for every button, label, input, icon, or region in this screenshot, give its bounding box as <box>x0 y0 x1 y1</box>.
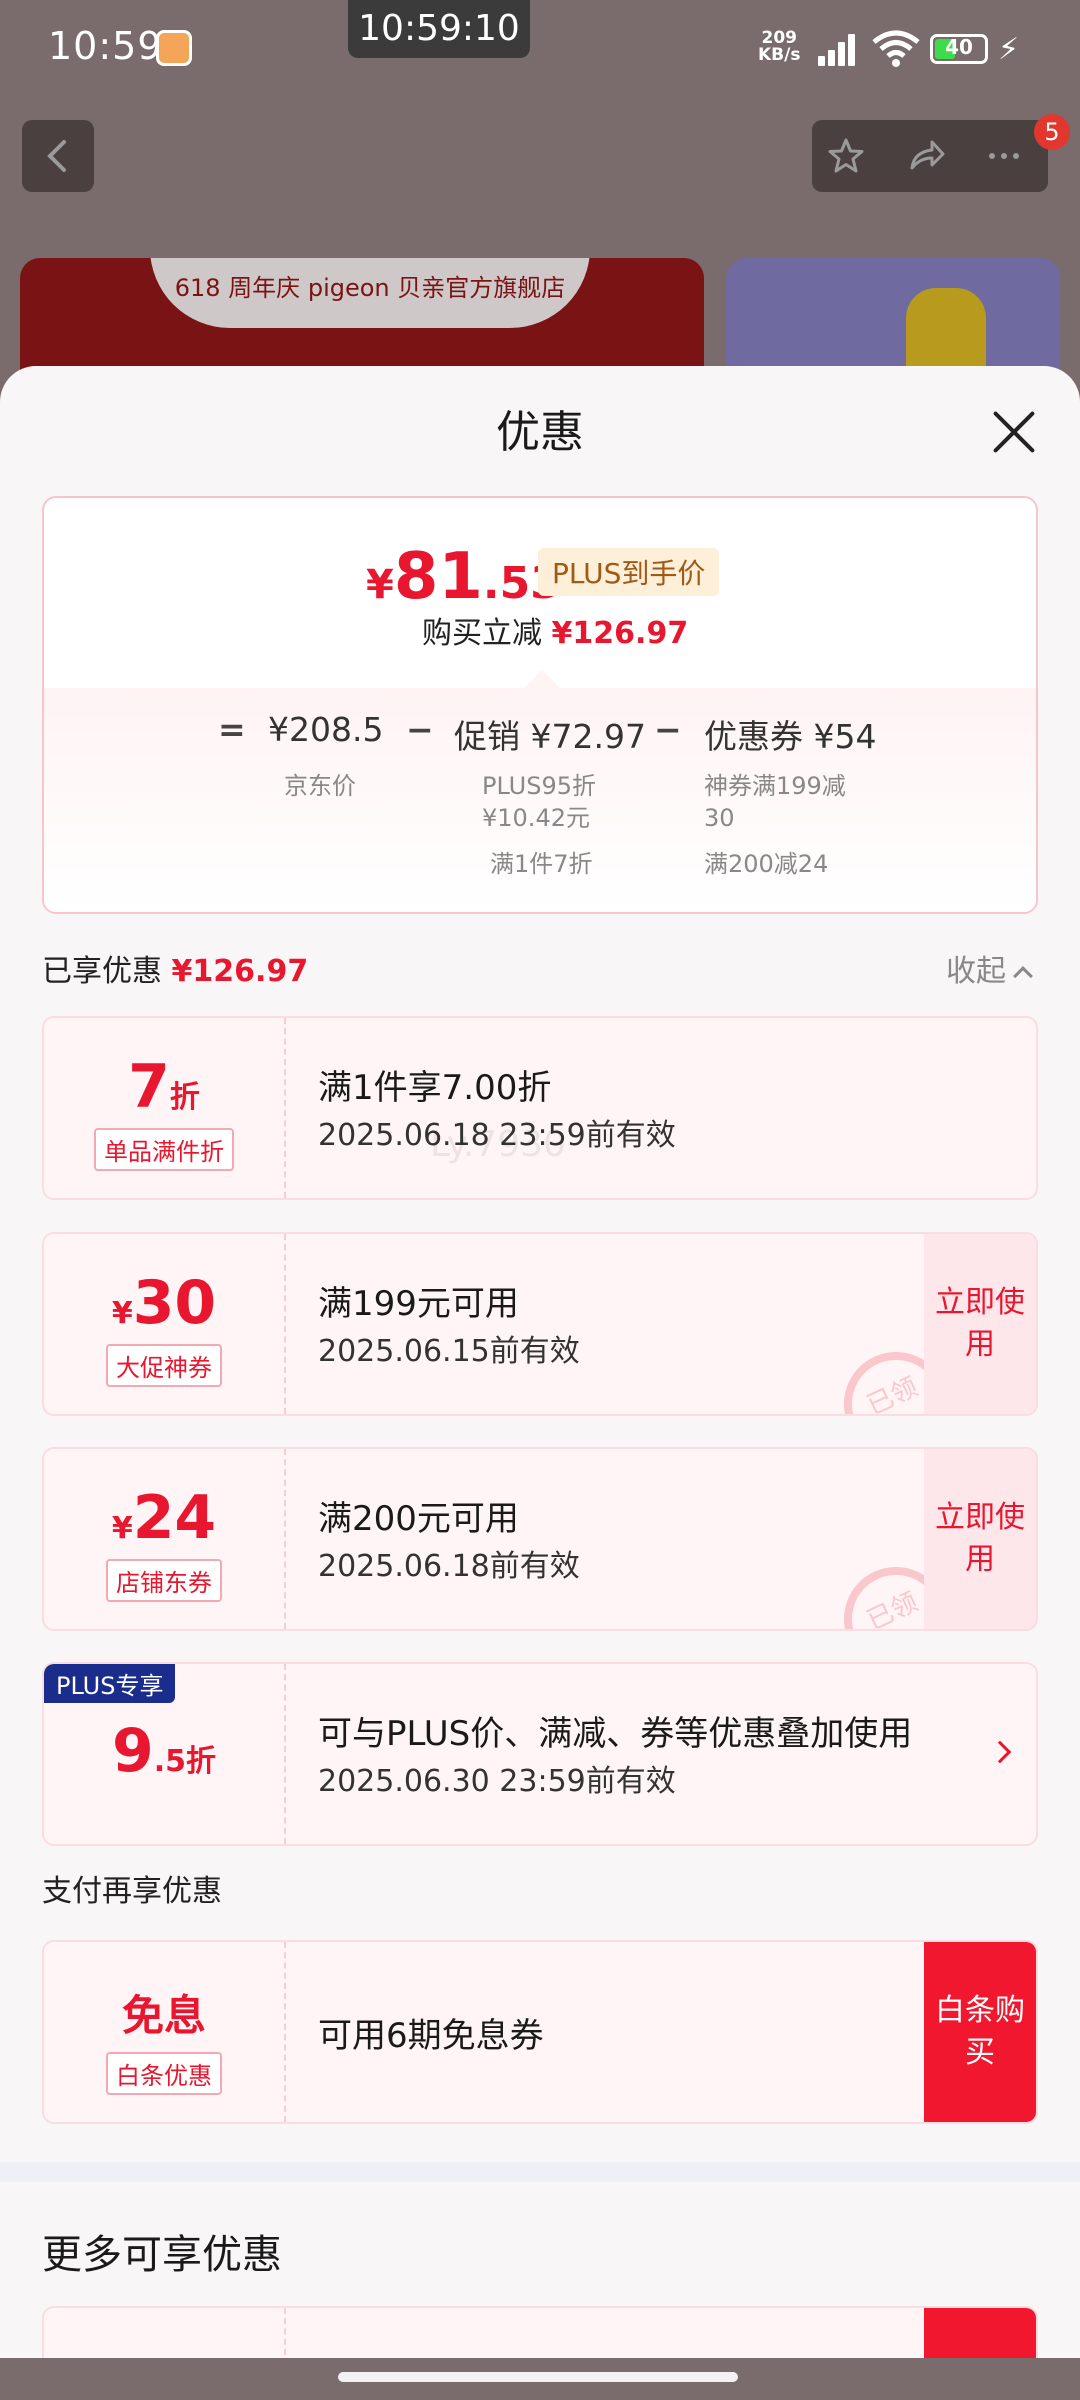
coupon-amount: 优惠券 ¥54 <box>704 717 877 756</box>
store-banner-tag: 618 周年庆 pigeon 贝亲官方旗舰店 <box>150 258 590 328</box>
more-offers-title: 更多可享优惠 <box>42 2232 282 2278</box>
product-page-background: 5 618 周年庆 pigeon 贝亲官方旗舰店 <box>0 100 1080 398</box>
battery-icon: 40 <box>930 34 988 64</box>
coupon-value: 7折 <box>128 1052 200 1122</box>
more-icon[interactable] <box>984 136 1024 176</box>
coupon-title: 可与PLUS价、满减、券等优惠叠加使用 <box>318 1714 913 1754</box>
coupon-value-area: 7折 单品满件折 <box>44 1018 286 1198</box>
coupon-value: 免息 <box>121 1991 206 2040</box>
store-name: 贝亲官方旗舰店 <box>397 274 566 302</box>
star-icon[interactable] <box>826 136 866 176</box>
screen-recorder-clock: 10:59:10 <box>348 0 530 58</box>
system-nav-bar <box>0 2358 1080 2400</box>
plus-exclusive-ribbon: PLUS专享 <box>44 1664 176 1703</box>
baitiao-buy-button[interactable]: 白条购买 <box>924 1942 1036 2122</box>
coupon-expiry: 2025.06.30 23:59前有效 <box>318 1764 676 1799</box>
chevron-up-icon <box>1013 966 1033 986</box>
plus-discount-card[interactable]: 9.5折 PLUS专享 可与PLUS价、满减、券等优惠叠加使用 2025.06.… <box>42 1662 1038 1846</box>
coupon-value-area: 免息 白条优惠 <box>44 1942 286 2122</box>
chevron-right-icon <box>988 1740 1012 1764</box>
minus-sign: − <box>654 710 682 749</box>
jd-price: ¥208.5 <box>268 710 384 749</box>
use-now-button[interactable]: 立即使用 <box>924 1234 1036 1414</box>
coupon-value-area: ¥30 大促神券 <box>44 1234 286 1414</box>
top-actions <box>812 120 1048 192</box>
coupon-title: 满199元可用 <box>318 1284 519 1324</box>
network-speed: 209 KB/s <box>758 30 800 64</box>
coupon-detail-1: 神券满199减 <box>704 772 846 800</box>
price-formula: = ¥208.5 − 促销 ¥72.97 − 优惠券 ¥54 <box>44 710 1036 760</box>
enjoyed-discount: 已享优惠 ¥126.97 <box>42 954 309 989</box>
minus-sign: − <box>406 710 434 749</box>
coupon-value: 9.5折 <box>111 1716 217 1786</box>
jd-price-label: 京东价 <box>284 772 356 800</box>
discount-sheet: 优惠 ¥81.53 PLUS到手价 购买立减 ¥126.97 = ¥208.5 … <box>0 366 1080 2400</box>
brand-logo: pigeon <box>307 274 390 302</box>
coupon-expiry: 2025.06.15前有效 <box>318 1334 580 1369</box>
section-divider <box>0 2162 1080 2182</box>
wifi-icon <box>872 30 920 68</box>
coupon-type-tag: 店铺东券 <box>106 1559 222 1602</box>
sheet-title: 优惠 <box>496 407 584 458</box>
cell-signal-icon <box>818 32 862 66</box>
final-price: ¥81.53 <box>366 540 561 614</box>
promo-detail-1: PLUS95折 <box>482 772 596 800</box>
cart-count-badge: 5 <box>1034 114 1070 150</box>
coupon-expiry: 2025.06.18前有效 <box>318 1549 580 1584</box>
coupon-type-tag: 大促神券 <box>106 1344 222 1387</box>
home-indicator[interactable] <box>338 2372 738 2382</box>
collapse-toggle[interactable]: 收起 <box>946 946 1033 990</box>
network-speed-unit: KB/s <box>758 45 801 65</box>
coupon-type-tag: 单品满件折 <box>94 1128 234 1171</box>
share-icon[interactable] <box>906 136 946 176</box>
close-icon[interactable] <box>990 408 1038 456</box>
notification-app-icon <box>156 30 192 66</box>
pay-section-label: 支付再享优惠 <box>42 1874 222 1909</box>
charging-icon: ⚡ <box>998 32 1020 67</box>
coupon-card: ¥24 店铺东券 满200元可用 2025.06.18前有效 已领 立即使用 <box>42 1447 1038 1631</box>
equals-sign: = <box>218 710 246 749</box>
battery-level: 40 <box>945 35 973 59</box>
coupon-title: 可用6期免息券 <box>318 2016 544 2056</box>
price-summary-card: ¥81.53 PLUS到手价 购买立减 ¥126.97 = ¥208.5 − 促… <box>42 496 1038 914</box>
event-label: 618 <box>174 274 221 302</box>
coupon-value: ¥24 <box>111 1483 217 1553</box>
coupon-detail-3: 满200减24 <box>704 850 829 878</box>
back-button[interactable] <box>22 120 94 192</box>
chevron-left-icon <box>47 140 66 172</box>
coupon-title: 满200元可用 <box>318 1499 519 1539</box>
coupon-type-tag: 白条优惠 <box>106 2052 222 2095</box>
coupon-card[interactable]: 7折 单品满件折 满1件享7.00折 2025.06.18 23:59前有效 <box>42 1016 1038 1200</box>
coupon-detail-2: 30 <box>704 804 735 832</box>
coupon-value-area: ¥24 店铺东券 <box>44 1449 286 1629</box>
promo-amount: 促销 ¥72.97 <box>454 717 646 756</box>
status-time: 10:59 <box>48 24 163 68</box>
event-sub-label: 周年庆 <box>228 274 301 302</box>
coupon-value: ¥30 <box>111 1268 217 1338</box>
status-bar: 10:59 10:59:10 209 KB/s 40 ⚡ <box>0 0 1080 100</box>
promo-detail-2: ¥10.42元 <box>482 804 590 832</box>
promo-detail-3: 满1件7折 <box>490 850 593 878</box>
watermark: Ly.7930 <box>430 1124 566 1165</box>
buy-reduce: 购买立减 ¥126.97 <box>422 616 689 651</box>
coupon-card: ¥30 大促神券 满199元可用 2025.06.15前有效 已领 立即使用 <box>42 1232 1038 1416</box>
use-now-button[interactable]: 立即使用 <box>924 1449 1036 1629</box>
coupon-title: 满1件享7.00折 <box>318 1068 552 1108</box>
baitiao-card: 免息 白条优惠 可用6期免息券 白条购买 <box>42 1940 1038 2124</box>
plus-price-tag: PLUS到手价 <box>538 548 720 596</box>
